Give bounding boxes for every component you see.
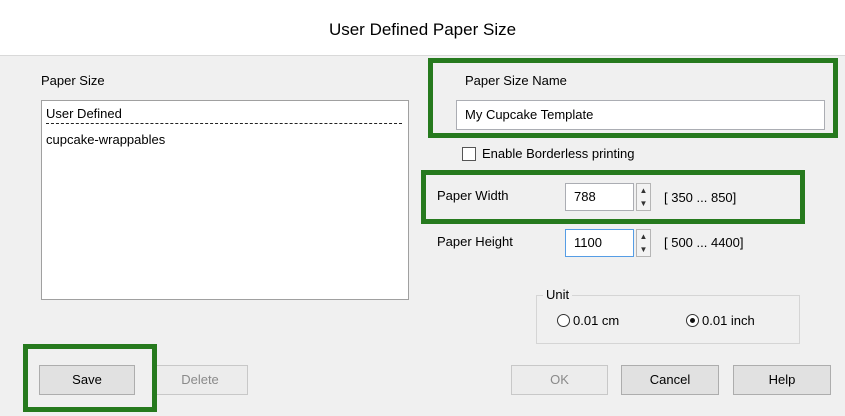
spin-down-icon[interactable]: ▼ [637, 243, 650, 256]
spin-down-icon[interactable]: ▼ [637, 197, 650, 210]
paper-size-name-input[interactable]: My Cupcake Template [456, 100, 825, 130]
paper-width-label: Paper Width [437, 188, 509, 203]
unit-label: Unit [543, 287, 573, 302]
spin-up-icon[interactable]: ▲ [637, 230, 650, 243]
paper-size-label: Paper Size [41, 73, 105, 88]
save-button[interactable]: Save [39, 365, 135, 395]
paper-height-label: Paper Height [437, 234, 513, 249]
paper-width-input[interactable]: 788 [565, 183, 634, 211]
paper-height-range: [ 500 ... 4400] [664, 235, 744, 250]
unit-inch-radio[interactable] [686, 314, 699, 327]
paper-size-name-label: Paper Size Name [465, 73, 567, 88]
delete-button[interactable]: Delete [152, 365, 248, 395]
borderless-checkbox[interactable] [462, 147, 476, 161]
radio-selected-dot [690, 318, 695, 323]
paper-height-input[interactable]: 1100 [565, 229, 634, 257]
paper-size-list[interactable]: User Defined cupcake-wrappables [41, 100, 409, 300]
spin-up-icon[interactable]: ▲ [637, 184, 650, 197]
user-defined-paper-size-dialog: User Defined Paper Size Paper Size User … [0, 0, 845, 416]
paper-height-spinner[interactable]: ▲ ▼ [636, 229, 651, 257]
cancel-button[interactable]: Cancel [621, 365, 719, 395]
paper-width-spinner[interactable]: ▲ ▼ [636, 183, 651, 211]
list-item-user-defined[interactable]: User Defined [46, 105, 402, 124]
paper-width-range: [ 350 ... 850] [664, 190, 737, 205]
unit-cm-label: 0.01 cm [573, 313, 620, 328]
help-button[interactable]: Help [733, 365, 831, 395]
unit-inch-label: 0.01 inch [702, 313, 755, 328]
dialog-title: User Defined Paper Size [0, 0, 845, 56]
list-item-cupcake-wrappables[interactable]: cupcake-wrappables [46, 131, 165, 149]
unit-cm-radio[interactable] [557, 314, 570, 327]
borderless-label: Enable Borderless printing [482, 146, 635, 161]
ok-button[interactable]: OK [511, 365, 608, 395]
